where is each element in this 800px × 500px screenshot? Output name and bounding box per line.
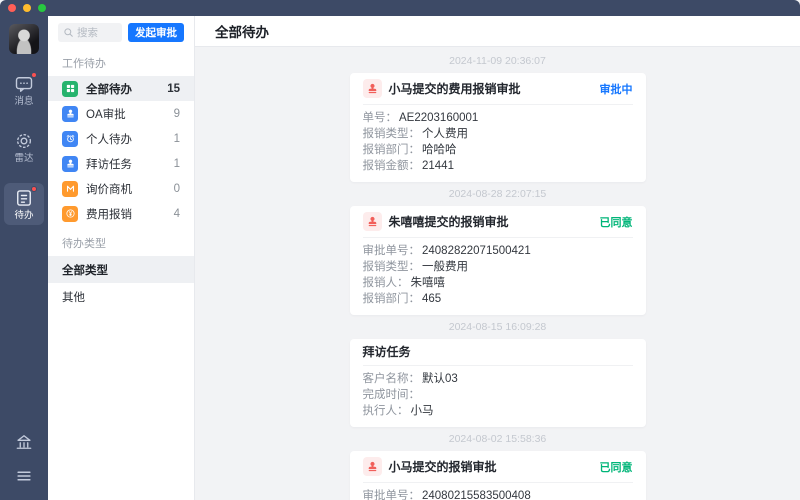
card-field: 审批单号： 24082822071500421 — [362, 245, 531, 257]
todo-card[interactable]: 小马提交的报销审批 已同意 审批单号：24080215583500408 报销类… — [349, 451, 646, 500]
menu-icon[interactable] — [14, 466, 34, 486]
rail-item-messages[interactable]: 消息 — [4, 69, 44, 111]
sidebar-item-label: 个人待办 — [86, 133, 132, 146]
sidebar-item-expense-reimburse[interactable]: 费用报销 4 — [48, 201, 194, 226]
radar-icon — [14, 131, 34, 151]
yen-icon — [62, 205, 78, 222]
card-field: 单号： AE2203160001 — [362, 112, 479, 124]
sidebar-item-label: 全部待办 — [86, 83, 132, 96]
rail-item-todo[interactable]: 待办 — [4, 183, 44, 225]
window-titlebar — [0, 0, 800, 16]
search-input[interactable] — [77, 26, 117, 39]
grid-icon — [62, 80, 78, 97]
m-icon — [62, 180, 78, 197]
card-title: 小马提交的报销审批 — [388, 459, 497, 474]
sidebar-item-oa-approval[interactable]: OA审批 9 — [48, 101, 194, 126]
todo-card[interactable]: 朱嘻嘻提交的报销审批 已同意 审批单号： 24082822071500421 报销… — [349, 206, 646, 315]
sidebar-item-label: 询价商机 — [86, 183, 132, 196]
sidebar-item-count: 15 — [167, 82, 180, 95]
timeline-group: 2024-08-15 16:09:28 拜访任务 客户名称： 默认03 完成时间：… — [195, 321, 800, 427]
card-field: 报销部门： 465 — [362, 293, 442, 305]
sidebar-item-count: 1 — [173, 157, 180, 170]
card-title: 朱嘻嘻提交的报销审批 — [388, 214, 509, 229]
todo-card[interactable]: 拜访任务 客户名称： 默认03 完成时间： 执行人： 小马 — [349, 339, 646, 427]
type-section-title: 待办类型 — [62, 238, 106, 250]
close-window-button[interactable] — [8, 4, 16, 12]
sidebar-item-all-todos[interactable]: 全部待办 15 — [48, 76, 194, 101]
timeline-timestamp: 2024-08-15 16:09:28 — [448, 321, 547, 333]
card-field: 报销类型： 一般费用 — [362, 261, 469, 273]
stamp-icon — [362, 457, 382, 476]
rail-item-label: 待办 — [14, 210, 34, 221]
zoom-window-button[interactable] — [38, 4, 46, 12]
sidebar-item-inquiry-opportunity[interactable]: 询价商机 0 — [48, 176, 194, 201]
timeline-timestamp: 2024-08-28 22:07:15 — [448, 188, 547, 200]
todo-sidebar: 发起审批 工作待办 全部待办 15 — [48, 16, 195, 500]
sidebar-item-label: 费用报销 — [86, 208, 132, 221]
timeline-group: 2024-08-02 15:58:36 小马提交的报销审批 已同意 审批单号： … — [195, 433, 800, 500]
card-title: 小马提交的费用报销审批 — [388, 81, 521, 96]
status-badge: 已同意 — [599, 216, 633, 229]
card-field: 报销人： 朱嘻嘻 — [362, 277, 446, 289]
stamp-icon — [362, 79, 382, 98]
stamp-icon — [62, 155, 78, 172]
sidebar-item-count: 1 — [173, 132, 180, 145]
card-field: 报销类型： 个人费用 — [362, 128, 469, 140]
todo-badge — [31, 186, 37, 192]
todo-timeline: 2024-11-09 20:36:07 小马提交的费用报销审批 审批中 单号： … — [195, 47, 800, 500]
rail-item-label: 雷达 — [14, 153, 34, 164]
card-field: 客户名称： 默认03 — [362, 373, 458, 385]
sidebar-item-label: 拜访任务 — [86, 158, 132, 171]
main-header: 全部待办 — [195, 16, 800, 47]
todo-card[interactable]: 小马提交的费用报销审批 审批中 单号： AE2203160001 报销类型： 个人费… — [349, 73, 646, 182]
work-section-title: 工作待办 — [62, 58, 106, 70]
status-badge: 已同意 — [599, 461, 633, 474]
type-item-label: 全部类型 — [62, 264, 108, 277]
type-item-label: 其他 — [62, 291, 85, 304]
avatar[interactable] — [9, 24, 39, 54]
rail-item-radar[interactable]: 雷达 — [4, 126, 44, 168]
search-box[interactable] — [58, 23, 122, 42]
stamp-icon — [362, 212, 382, 231]
sidebar-item-count: 9 — [173, 107, 180, 120]
building-icon[interactable] — [14, 432, 34, 452]
card-field: 报销部门： 哈哈哈 — [362, 144, 457, 156]
timeline-timestamp: 2024-08-02 15:58:36 — [448, 433, 547, 445]
sidebar-item-label: OA审批 — [86, 108, 126, 121]
sidebar-item-visit-task[interactable]: 拜访任务 1 — [48, 151, 194, 176]
stamp-icon — [62, 105, 78, 122]
rail-item-label: 消息 — [14, 96, 34, 107]
timeline-group: 2024-11-09 20:36:07 小马提交的费用报销审批 审批中 单号： … — [195, 55, 800, 182]
clock-icon — [62, 130, 78, 147]
sidebar-item-personal-todo[interactable]: 个人待办 1 — [48, 126, 194, 151]
chat-icon — [14, 72, 37, 94]
main-area: 全部待办 2024-11-09 20:36:07 小马提交的费用报销审批 审批中… — [195, 16, 800, 500]
todo-icon — [14, 186, 37, 208]
unread-badge — [31, 72, 37, 78]
timeline-timestamp: 2024-11-09 20:36:07 — [449, 55, 546, 67]
minimize-window-button[interactable] — [23, 4, 31, 12]
nav-rail: 消息 雷达 待办 — [0, 16, 48, 500]
card-field: 执行人： 小马 — [362, 405, 434, 417]
timeline-group: 2024-08-28 22:07:15 朱嘻嘻提交的报销审批 已同意 审批单号：… — [195, 188, 800, 315]
card-field: 完成时间： — [362, 389, 421, 401]
sidebar-item-count: 0 — [173, 182, 180, 195]
status-badge: 审批中 — [599, 83, 633, 96]
card-field: 审批单号： 24080215583500408 — [362, 490, 531, 500]
sidebar-item-count: 4 — [173, 207, 180, 220]
app-window: 消息 雷达 待办 搜索 发起审批 工作待办 全部待办 15 OA审批 9 个人待… — [0, 0, 800, 500]
type-item-all[interactable]: 全部类型 — [48, 256, 194, 283]
create-approval-button[interactable]: 发起审批 — [128, 23, 184, 42]
card-title: 拜访任务 — [362, 345, 411, 359]
card-field: 报销金额： 21441 — [362, 160, 454, 172]
type-item-other[interactable]: 其他 — [48, 283, 194, 310]
search-icon — [63, 27, 74, 38]
page-title: 全部待办 — [215, 25, 269, 40]
